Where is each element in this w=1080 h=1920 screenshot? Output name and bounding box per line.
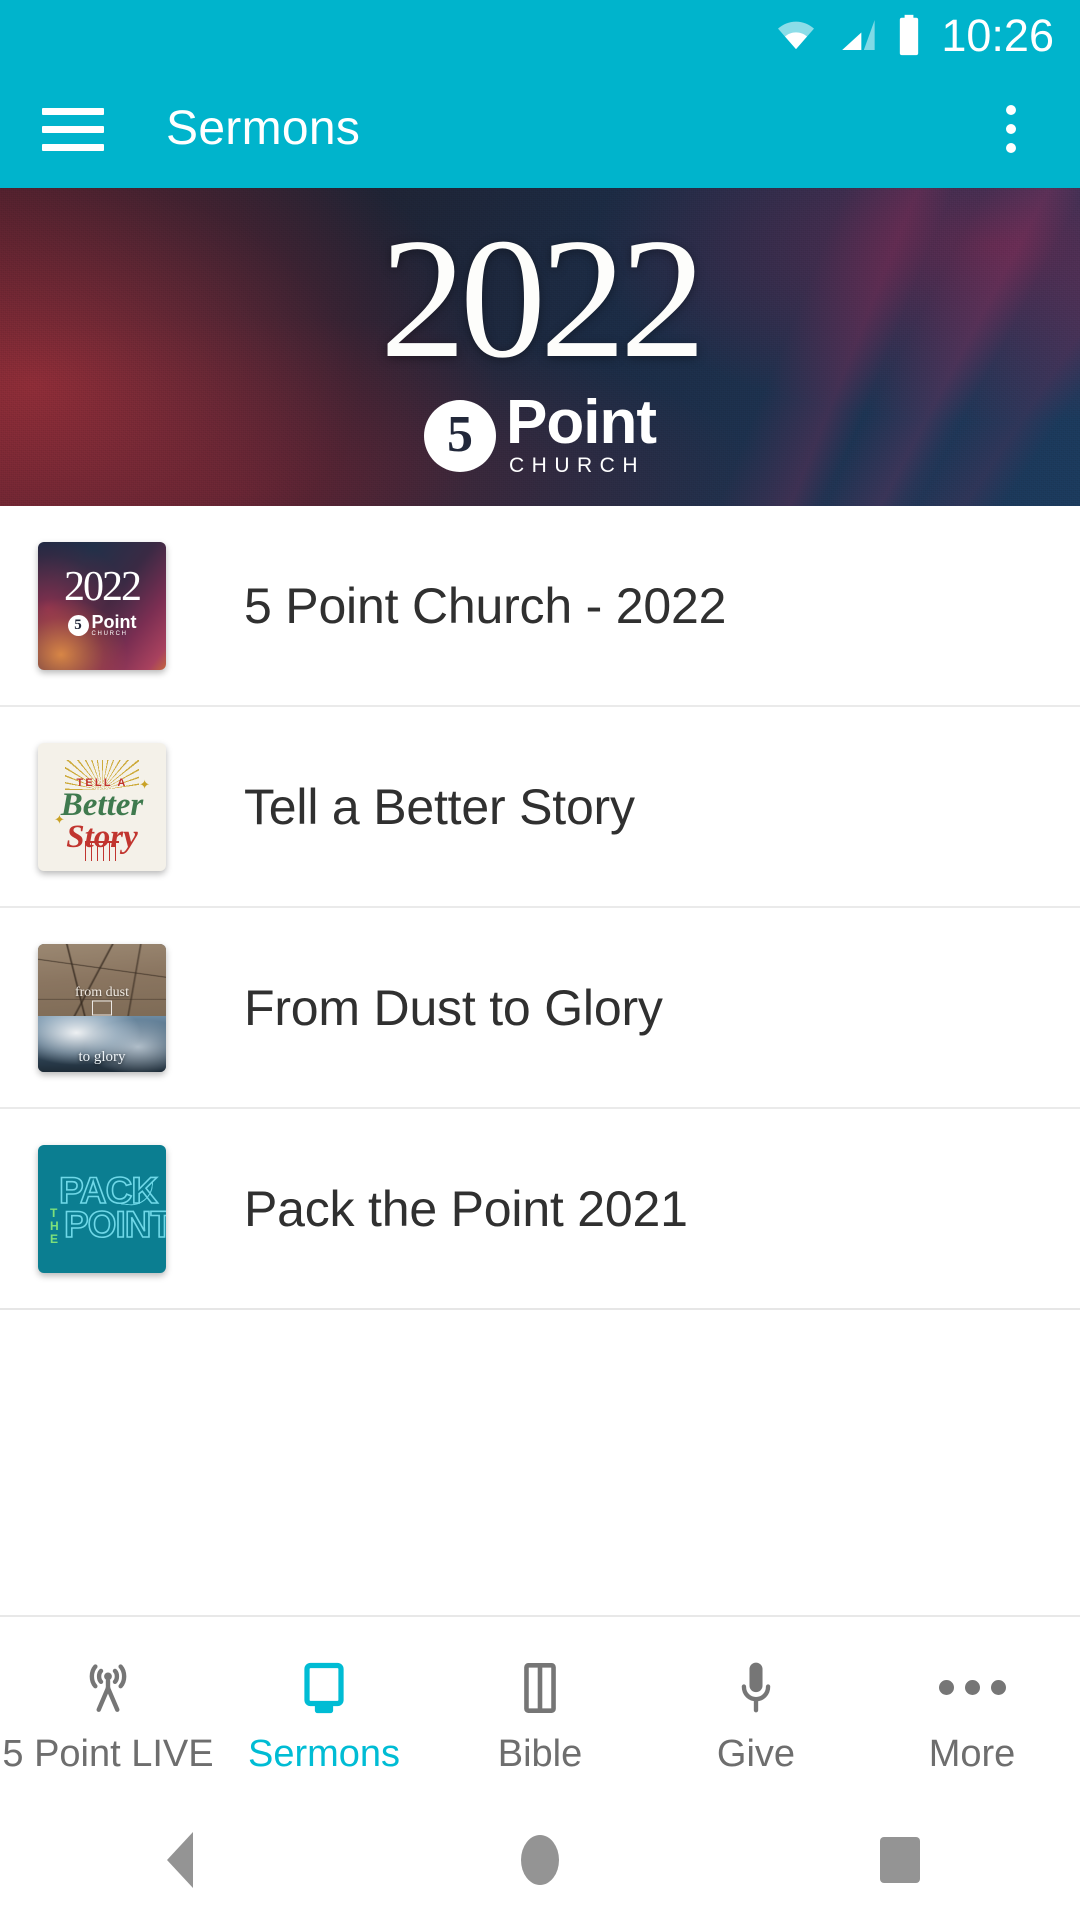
status-bar-clock: 10:26 — [941, 9, 1054, 61]
back-triangle-icon[interactable] — [0, 1800, 360, 1920]
overflow-dot — [1006, 124, 1016, 134]
logo-mark-five: 5 — [424, 400, 496, 472]
hero-content: 2022 5 Point CHURCH — [0, 188, 1080, 506]
thumb-text-from-dust: from dust — [74, 984, 130, 1000]
microphone-icon — [727, 1655, 785, 1721]
logo-mark-five: 5 — [67, 615, 89, 637]
home-circle-icon[interactable] — [360, 1800, 720, 1920]
sermon-thumbnail-tell-a-better-story: TELL A Better Story ✦ ✦ — [38, 742, 166, 871]
hamburger-menu-icon[interactable] — [42, 98, 104, 160]
monitor-screen-icon — [294, 1655, 354, 1721]
tab-label: 5 Point LIVE — [2, 1732, 214, 1775]
logo-church-text: CHURCH — [91, 631, 128, 638]
battery-icon — [900, 14, 919, 56]
bottom-tab-bar: 5 Point LIVE Sermons Bible Give More — [0, 1615, 1080, 1800]
open-book-icon — [511, 1655, 569, 1721]
star-decoration: ✦ — [54, 811, 65, 827]
hamburger-line — [42, 107, 104, 115]
logo-wordmark: Point CHURCH — [91, 612, 137, 638]
sermon-thumbnail-pack-the-point: PACK THE POINT — [38, 1144, 166, 1273]
hamburger-line — [42, 125, 104, 133]
list-item-title: Pack the Point 2021 — [244, 1180, 688, 1237]
recents-glyph — [880, 1837, 920, 1883]
thumb-text-the: THE — [50, 1205, 60, 1246]
list-item-title: Tell a Better Story — [244, 778, 635, 835]
hamburger-line — [42, 143, 104, 151]
thumb-badge-decoration — [92, 1000, 112, 1015]
app-bar: Sermons — [0, 70, 1080, 188]
list-item-title: From Dust to Glory — [244, 979, 663, 1036]
pack-the-point-artwork: PACK THE POINT — [38, 1145, 166, 1273]
tab-sermons[interactable]: Sermons — [216, 1617, 432, 1800]
more-dot — [990, 1680, 1006, 1695]
more-dot — [964, 1680, 980, 1695]
tab-label: Give — [716, 1732, 796, 1775]
tab-more[interactable]: More — [864, 1617, 1080, 1800]
sermon-thumbnail-from-dust-to-glory: from dust to glory — [38, 943, 166, 1072]
tab-5-point-live[interactable]: 5 Point LIVE — [0, 1617, 216, 1800]
thumb-year-text: 2022 — [64, 564, 142, 611]
overflow-dot — [1006, 143, 1016, 153]
back-glyph — [167, 1832, 193, 1888]
cellular-signal-icon — [842, 20, 876, 50]
thumb-text-point: POINT — [63, 1203, 166, 1245]
page-title: Sermons — [166, 102, 361, 155]
more-dot — [938, 1680, 954, 1695]
list-item[interactable]: from dust to glory From Dust to Glory — [0, 908, 1080, 1109]
broadcast-tower-icon — [77, 1655, 139, 1721]
logo-point-text: Point — [506, 388, 657, 457]
tab-label: More — [928, 1732, 1016, 1775]
five-point-church-logo: 5 Point CHURCH — [424, 388, 657, 478]
star-decoration: ✦ — [139, 777, 150, 793]
pedestal-decoration — [85, 840, 119, 861]
list-item-title: 5 Point Church - 2022 — [244, 577, 727, 634]
logo-point-text: Point — [91, 612, 137, 633]
tab-bible[interactable]: Bible — [432, 1617, 648, 1800]
tab-label: Sermons — [247, 1732, 401, 1775]
recents-square-icon[interactable] — [720, 1800, 1080, 1920]
sermon-thumbnail-2022: 2022 5 Point CHURCH — [38, 541, 166, 670]
overflow-dot — [1006, 105, 1016, 115]
android-navigation-bar — [0, 1800, 1080, 1920]
hero-banner[interactable]: 2022 5 Point CHURCH — [0, 188, 1080, 506]
tab-label: Bible — [497, 1732, 583, 1775]
hero-year-text: 2022 — [380, 204, 706, 394]
home-glyph — [521, 1835, 559, 1885]
list-item[interactable]: 2022 5 Point CHURCH 5 Point Church - 202… — [0, 506, 1080, 707]
thumb-church-logo: 5 Point CHURCH — [38, 612, 166, 638]
list-item[interactable]: PACK THE POINT Pack the Point 2021 — [0, 1109, 1080, 1310]
sermon-series-list: 2022 5 Point CHURCH 5 Point Church - 202… — [0, 506, 1080, 1310]
wifi-icon — [778, 21, 815, 50]
logo-wordmark: Point CHURCH — [506, 388, 657, 478]
tab-give[interactable]: Give — [648, 1617, 864, 1800]
thumb-text-to-glory: to glory — [78, 1048, 126, 1065]
status-bar: 10:26 — [0, 0, 1080, 70]
more-dots-icon — [938, 1655, 1006, 1721]
logo-church-text: CHURCH — [509, 454, 645, 477]
list-item[interactable]: TELL A Better Story ✦ ✦ Tell a Better St… — [0, 707, 1080, 908]
overflow-menu-icon[interactable] — [986, 98, 1036, 160]
